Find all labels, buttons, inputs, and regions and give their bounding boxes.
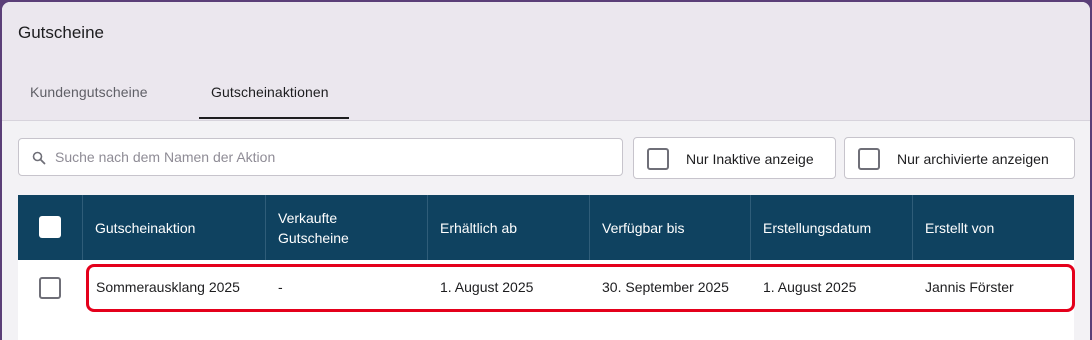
column-header-sold-line1: Verkaufte <box>278 210 338 226</box>
cell-campaign: Sommerausklang 2025 <box>96 279 240 295</box>
cell-created-date: 1. August 2025 <box>763 279 857 295</box>
active-tab-indicator <box>199 117 349 119</box>
cell-available-from: 1. August 2025 <box>440 279 534 295</box>
filter-inactive-checkbox[interactable] <box>647 148 669 170</box>
table-header: Gutscheinaktion Verkaufte Gutscheine Erh… <box>18 195 1074 260</box>
column-header-created-date[interactable]: Erstellungsdatum <box>763 218 871 238</box>
column-divider <box>427 195 428 260</box>
column-header-sold[interactable]: Verkaufte Gutscheine <box>278 208 349 248</box>
filter-archived-toggle[interactable]: Nur archivierte anzeigen <box>844 137 1075 179</box>
search-input[interactable] <box>55 139 615 175</box>
row-checkbox[interactable] <box>39 277 61 299</box>
filter-inactive-label: Nur Inaktive anzeige <box>686 151 814 167</box>
column-divider <box>750 195 751 260</box>
cell-available-until: 30. September 2025 <box>602 279 729 295</box>
column-header-available-until[interactable]: Verfügbar bis <box>602 218 685 238</box>
filter-inactive-toggle[interactable]: Nur Inaktive anzeige <box>633 137 836 179</box>
column-divider <box>589 195 590 260</box>
tab-gutscheinaktionen[interactable]: Gutscheinaktionen <box>211 84 329 100</box>
page-title: Gutscheine <box>18 23 104 42</box>
column-divider <box>265 195 266 260</box>
filter-archived-label: Nur archivierte anzeigen <box>897 151 1049 167</box>
page-header: Gutscheine Kundengutscheine Gutscheinakt… <box>2 2 1090 121</box>
column-divider <box>912 195 913 260</box>
search-field[interactable] <box>18 138 623 176</box>
column-header-sold-line2: Gutscheine <box>278 230 349 246</box>
column-header-campaign[interactable]: Gutscheinaktion <box>95 218 195 238</box>
tab-kundengutscheine[interactable]: Kundengutscheine <box>30 84 148 100</box>
column-divider <box>82 195 83 260</box>
cell-created-by: Jannis Förster <box>925 279 1014 295</box>
select-all-checkbox[interactable] <box>39 216 61 238</box>
app-window: Gutscheine Kundengutscheine Gutscheinakt… <box>2 2 1090 340</box>
campaign-table: Gutscheinaktion Verkaufte Gutscheine Erh… <box>18 195 1074 340</box>
table-row[interactable]: Sommerausklang 2025 - 1. August 2025 30.… <box>18 260 1074 318</box>
filter-archived-checkbox[interactable] <box>858 148 880 170</box>
search-icon <box>32 151 46 165</box>
cell-sold: - <box>278 279 283 295</box>
column-header-available-from[interactable]: Erhältlich ab <box>440 218 517 238</box>
column-header-created-by[interactable]: Erstellt von <box>925 218 994 238</box>
